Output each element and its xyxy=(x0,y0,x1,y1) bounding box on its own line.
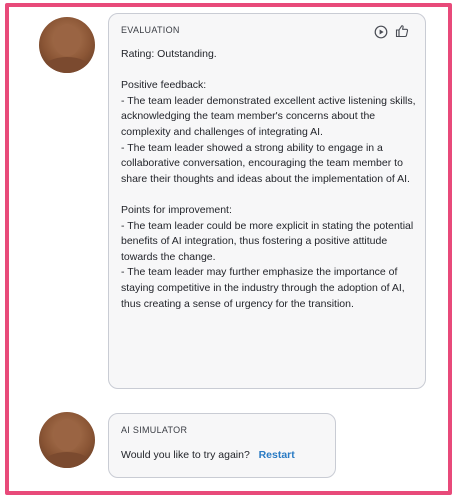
avatar-head xyxy=(54,24,80,56)
avatar-head xyxy=(54,419,80,451)
play-circle-icon[interactable] xyxy=(374,25,388,39)
avatar xyxy=(39,412,95,468)
evaluation-text: Rating: Outstanding. Positive feedback: … xyxy=(121,48,416,310)
avatar-shoulders xyxy=(43,57,91,73)
avatar-shoulders xyxy=(43,452,91,468)
message-title: AI SIMULATOR xyxy=(121,425,188,435)
evaluation-message: EVALUATION Rating: Outstanding. Positive… xyxy=(108,13,426,389)
simulator-message: AI SIMULATOR Would you like to try again… xyxy=(108,413,336,478)
simulator-text: Would you like to try again? Restart xyxy=(121,448,331,464)
retry-question: Would you like to try again? xyxy=(121,449,250,461)
avatar xyxy=(39,17,95,73)
restart-link[interactable]: Restart xyxy=(259,449,295,461)
message-title: EVALUATION xyxy=(121,25,180,35)
thumbs-up-icon[interactable] xyxy=(395,24,409,38)
chat-frame: EVALUATION Rating: Outstanding. Positive… xyxy=(5,3,452,495)
